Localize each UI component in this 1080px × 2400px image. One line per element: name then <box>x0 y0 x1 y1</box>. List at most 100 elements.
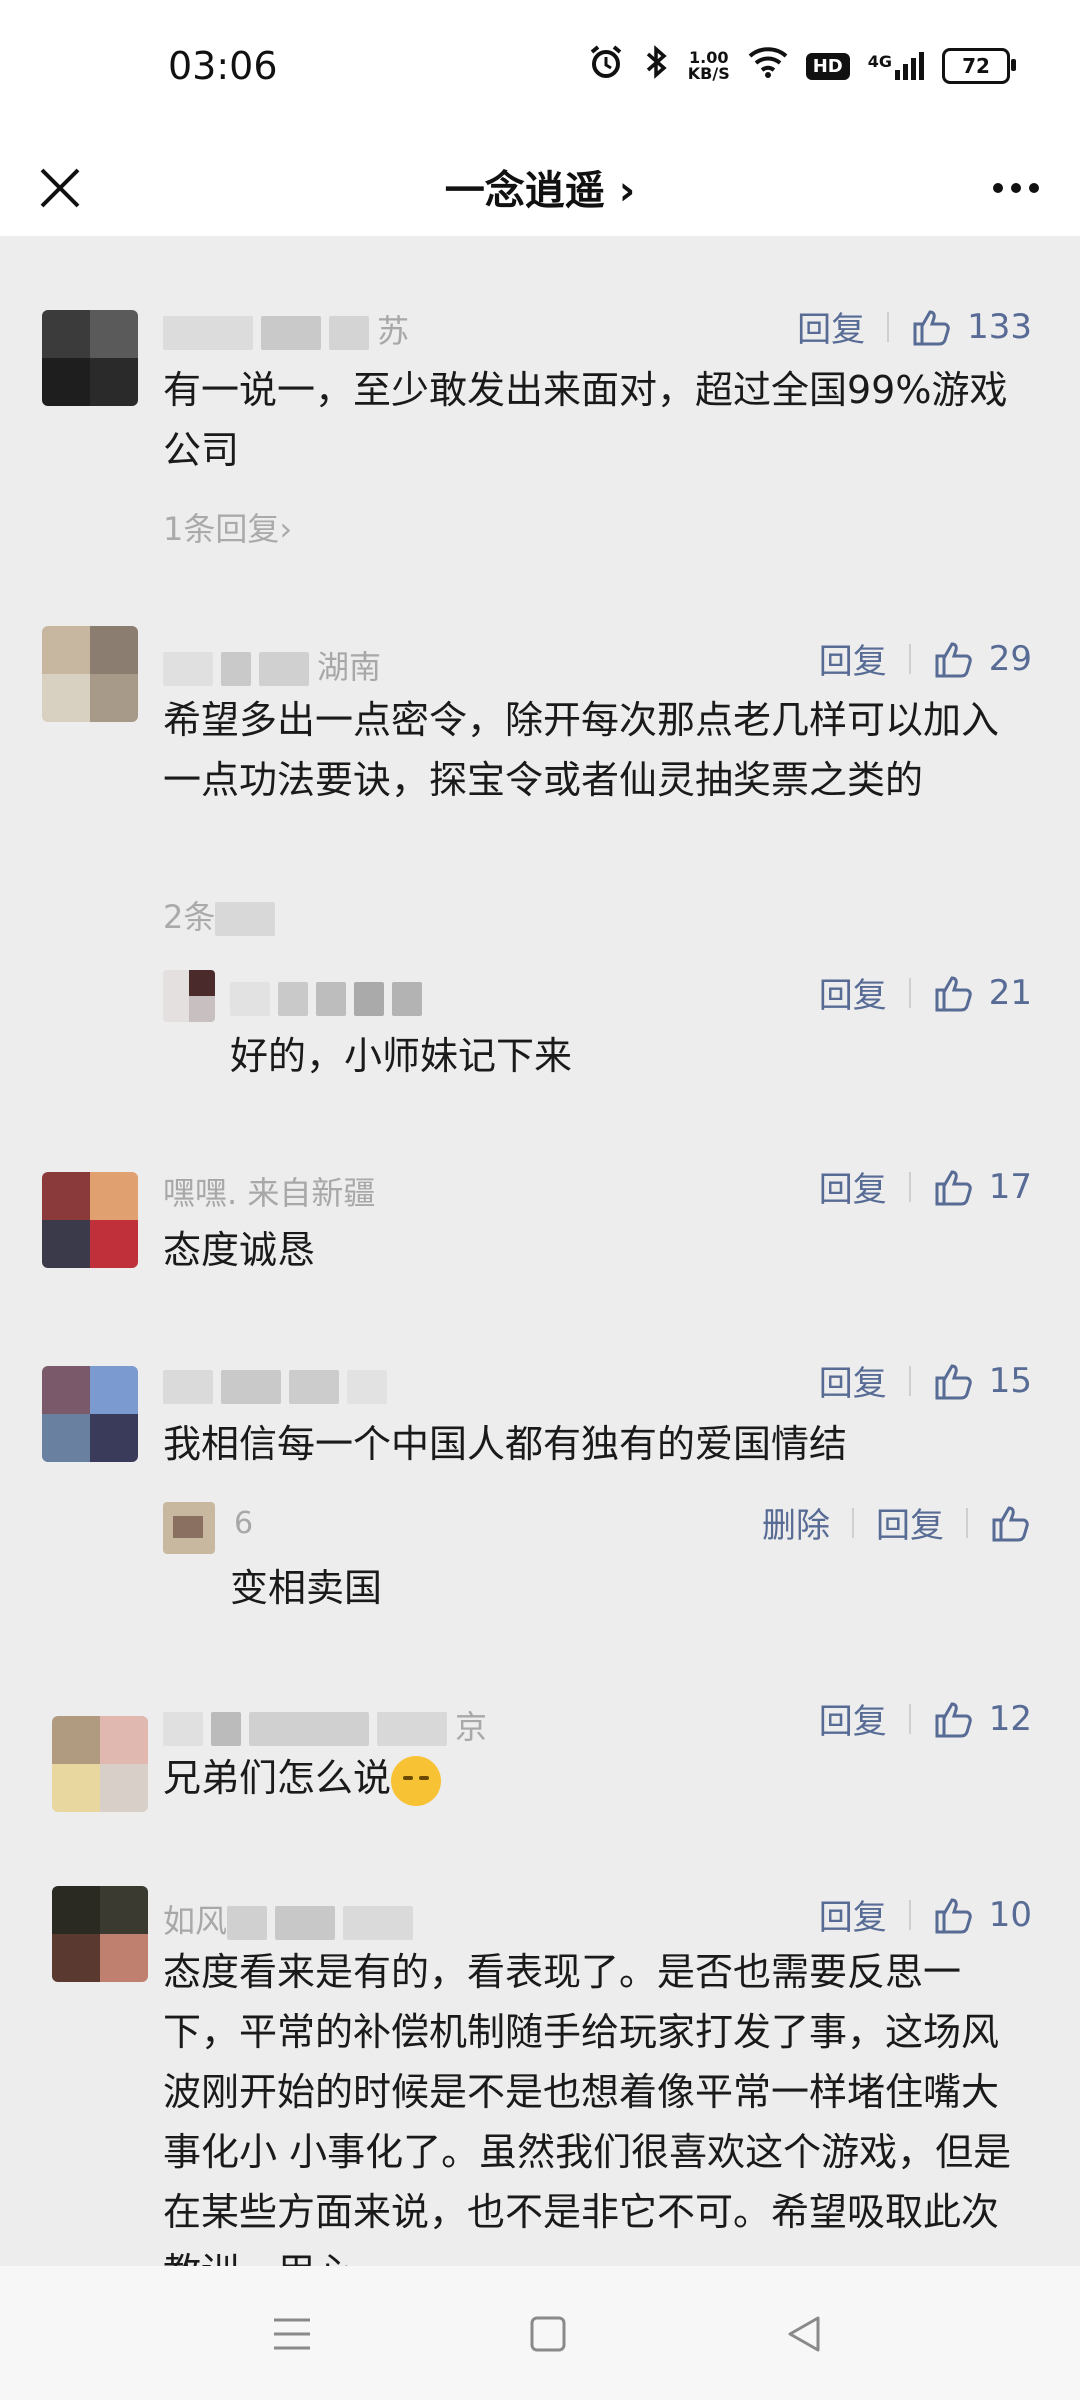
system-nav-bar <box>0 2266 1080 2400</box>
avatar[interactable] <box>163 970 215 1022</box>
reply-author[interactable] <box>230 980 430 1016</box>
comment-text: 我相信每一个中国人都有独有的爱国情结 <box>163 1422 848 1466</box>
wifi-icon <box>748 46 788 87</box>
back-icon <box>788 2316 820 2352</box>
signal-icon: 4G <box>868 52 924 80</box>
reply-author[interactable]: 6 <box>234 1506 253 1541</box>
comment-author[interactable] <box>163 1366 395 1404</box>
avatar[interactable] <box>52 1886 148 1982</box>
like-button[interactable]: 29 <box>933 638 1032 680</box>
comment-list: 苏 回复 133 有一说一，至少敢发出来面对，超过全国99%游戏公司 1条回复›… <box>0 236 1080 2266</box>
reply-button[interactable]: 回复 <box>819 1162 887 1211</box>
reply-button[interactable]: 回复 <box>819 634 887 683</box>
comment-actions: 回复 29 <box>819 634 1032 683</box>
like-button[interactable]: 15 <box>933 1360 1032 1402</box>
reply-text: 好的，小师妹记下来 <box>230 1034 573 1078</box>
like-count: 17 <box>988 1166 1032 1207</box>
comment-actions: 回复 12 <box>819 1694 1032 1743</box>
thumbs-up-icon <box>913 309 950 345</box>
like-count: 12 <box>988 1698 1032 1739</box>
comment-text: 希望多出一点密令，除开每次那点老几样可以加入一点功法要诀，探宝令或者仙灵抽奖票之… <box>163 698 1000 802</box>
status-time: 03:06 <box>168 44 278 88</box>
battery-indicator: 72 <box>942 48 1016 84</box>
thumbs-up-icon <box>935 641 972 677</box>
reply-button[interactable]: 回复 <box>797 302 865 351</box>
like-count: 133 <box>967 306 1032 347</box>
reply-button[interactable]: 回复 <box>819 1890 887 1939</box>
divider <box>908 643 911 674</box>
dot-icon <box>1029 183 1039 193</box>
comment-actions: 回复 17 <box>819 1162 1032 1211</box>
emoji-icon <box>391 1755 442 1806</box>
comment-author[interactable]: 湖南 <box>163 642 381 688</box>
divider <box>852 1507 854 1538</box>
network-speed: 1.00 KB/S <box>687 48 730 83</box>
reply-button[interactable]: 回复 <box>819 1356 887 1405</box>
like-button[interactable]: 10 <box>933 1894 1032 1936</box>
avatar[interactable] <box>42 1172 138 1268</box>
dot-icon <box>1011 183 1021 193</box>
status-bar: 03:06 1.00 KB/S HD 4G 72 <box>0 0 1080 140</box>
comment-author[interactable]: 嘿嘿. 来自新疆 <box>163 1168 375 1214</box>
comment-text: 态度诚恳 <box>163 1228 316 1272</box>
delete-button[interactable]: 删除 <box>762 1498 830 1547</box>
status-icons: 1.00 KB/S HD 4G 72 <box>588 44 1016 89</box>
comment-actions: 回复 133 <box>797 302 1032 351</box>
reply-button[interactable]: 回复 <box>819 968 887 1017</box>
divider <box>908 1365 911 1396</box>
divider <box>908 977 911 1008</box>
like-count: 10 <box>988 1894 1032 1935</box>
avatar[interactable] <box>42 626 138 722</box>
thumbs-up-icon <box>935 1701 972 1737</box>
comment-actions: 回复 21 <box>819 968 1032 1017</box>
comment-text: 兄弟们怎么说 <box>163 1748 1033 1808</box>
comment-actions: 回复 10 <box>819 1890 1032 1939</box>
thumbs-up-icon <box>935 975 972 1011</box>
page-title[interactable]: 一念逍遥 › <box>0 158 1080 216</box>
comment-actions: 删除 回复 <box>762 1498 1032 1547</box>
back-button[interactable] <box>774 2306 834 2362</box>
comment-text: 有一说一，至少敢发出来面对，超过全国99%游戏公司 <box>163 368 1008 472</box>
avatar[interactable] <box>52 1716 148 1812</box>
comment-text: 态度看来是有的，看表现了。是否也需要反思一下，平常的补偿机制随手给玩家打发了事，… <box>163 1950 1012 2266</box>
thumbs-up-icon <box>935 1363 972 1399</box>
like-button[interactable] <box>990 1502 1032 1544</box>
divider <box>887 311 890 342</box>
comment-author[interactable]: 京 <box>163 1702 487 1748</box>
view-replies-link[interactable]: 1条回复› <box>163 504 292 550</box>
avatar[interactable] <box>42 1366 138 1462</box>
hd-badge: HD <box>805 52 850 80</box>
like-button[interactable]: 133 <box>911 306 1032 348</box>
home-button[interactable] <box>518 2306 578 2362</box>
divider <box>966 1507 968 1538</box>
menu-icon <box>274 2318 310 2350</box>
dot-icon <box>993 183 1003 193</box>
divider <box>908 1899 911 1930</box>
alarm-icon <box>588 44 624 89</box>
more-options-button[interactable] <box>980 158 1052 218</box>
thumbs-up-icon <box>992 1505 1029 1541</box>
comment-author[interactable]: 如风 <box>163 1896 421 1942</box>
thumbs-up-icon <box>935 1169 972 1205</box>
reply-button[interactable]: 回复 <box>876 1498 944 1547</box>
thumbs-up-icon <box>935 1897 972 1933</box>
like-button[interactable]: 17 <box>933 1166 1032 1208</box>
bluetooth-icon <box>642 44 670 89</box>
avatar[interactable] <box>42 310 138 406</box>
avatar[interactable] <box>163 1502 215 1554</box>
menu-button[interactable] <box>262 2306 322 2362</box>
like-count: 21 <box>988 972 1032 1013</box>
reply-button[interactable]: 回复 <box>819 1694 887 1743</box>
like-button[interactable]: 21 <box>933 972 1032 1014</box>
home-icon <box>530 2316 566 2352</box>
comment-author[interactable]: 苏 <box>163 306 409 352</box>
view-replies-link[interactable]: 2条 <box>163 892 283 938</box>
reply-text: 变相卖国 <box>230 1566 383 1610</box>
divider <box>908 1703 911 1734</box>
like-button[interactable]: 12 <box>933 1698 1032 1740</box>
comment-actions: 回复 15 <box>819 1356 1032 1405</box>
like-count: 15 <box>988 1360 1032 1401</box>
like-count: 29 <box>988 638 1032 679</box>
divider <box>908 1171 911 1202</box>
title-bar: 一念逍遥 › <box>0 140 1080 236</box>
